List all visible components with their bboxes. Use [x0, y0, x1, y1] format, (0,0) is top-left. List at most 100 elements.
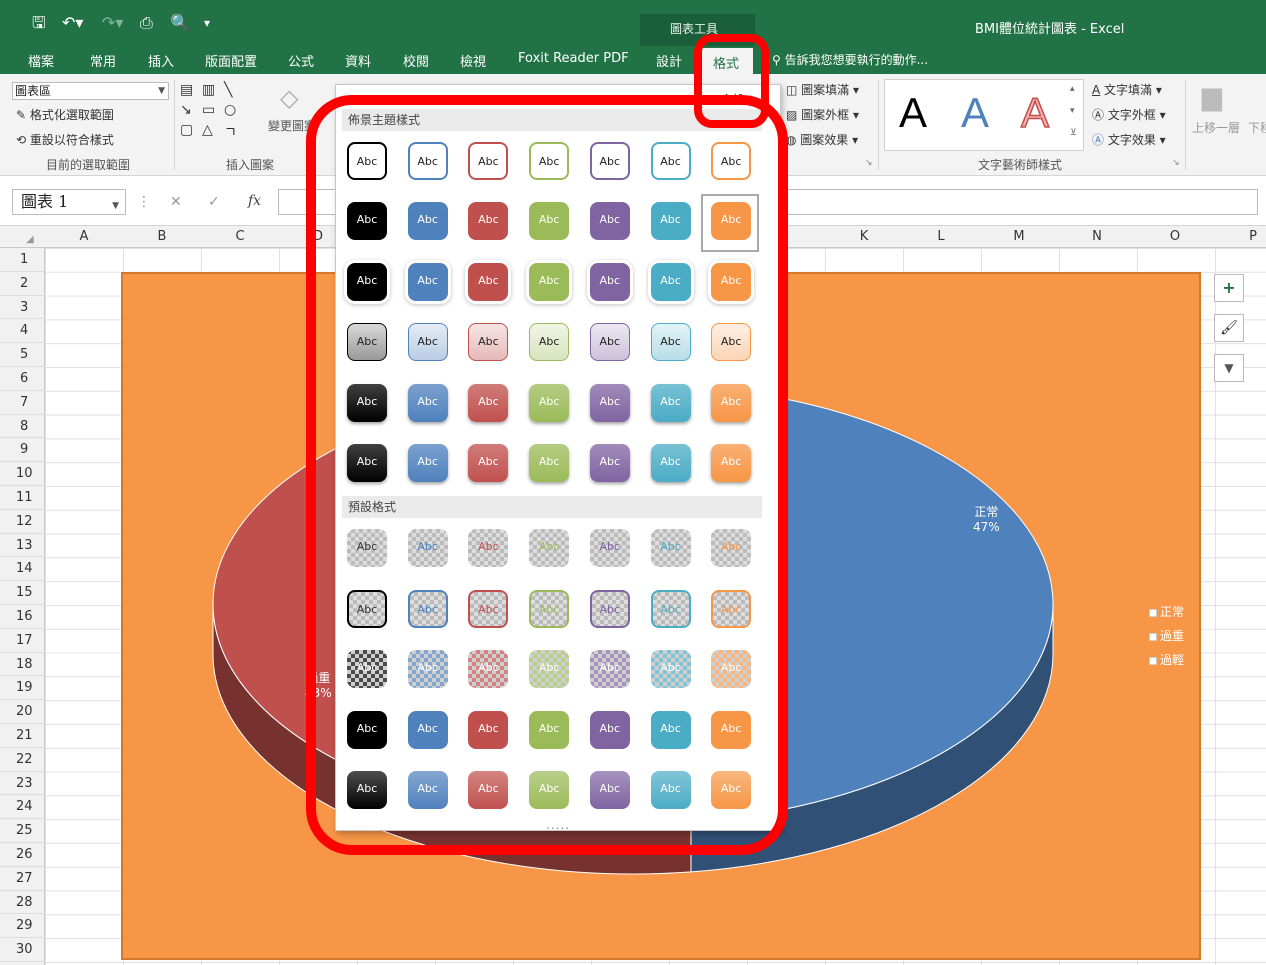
column-header-l[interactable]: L: [931, 229, 951, 244]
reset-style-button[interactable]: ⟲ 重設以符合樣式: [16, 131, 114, 148]
row-header-10[interactable]: 10: [0, 462, 45, 486]
row-header-21[interactable]: 21: [0, 724, 45, 748]
text-fill-button[interactable]: A 文字填滿 ▾: [1092, 81, 1162, 98]
row-header-25[interactable]: 25: [0, 819, 45, 843]
connector-shape-icon[interactable]: ㄱ: [224, 122, 237, 142]
tab-2[interactable]: 插入: [148, 51, 174, 70]
tab-4[interactable]: 公式: [288, 51, 314, 70]
column-header-b[interactable]: B: [152, 229, 172, 244]
row-header-9[interactable]: 9: [0, 438, 45, 463]
legend-item-underweight[interactable]: 過輕: [1149, 653, 1184, 667]
chart-filters-button[interactable]: ▼: [1214, 354, 1244, 382]
textbox-shape-icon[interactable]: ▤: [180, 82, 193, 98]
dialog-launcher-icon[interactable]: ↘: [865, 158, 873, 168]
shapes-gallery[interactable]: ▤ ▥ ╲ ↘ ▭ ○ ▢ △ ㄱ: [180, 82, 260, 142]
row-header-3[interactable]: 3: [0, 296, 45, 320]
row-header-17[interactable]: 17: [0, 629, 45, 653]
row-header-7[interactable]: 7: [0, 391, 45, 415]
rounded-rect-icon[interactable]: ▢: [180, 122, 193, 138]
wordart-style-red[interactable]: A: [1020, 89, 1050, 137]
line-shape-icon[interactable]: ╲: [224, 82, 232, 98]
oval-shape-icon[interactable]: ○: [224, 102, 236, 118]
wordart-style-black[interactable]: A: [899, 90, 927, 136]
column-header-p[interactable]: P: [1243, 229, 1263, 244]
dialog-launcher-icon[interactable]: ↘: [1172, 158, 1180, 168]
tab-9[interactable]: 設計: [656, 51, 682, 70]
row-header-23[interactable]: 23: [0, 772, 45, 796]
tab-3[interactable]: 版面配置: [205, 51, 257, 70]
column-header-m[interactable]: M: [1009, 229, 1029, 244]
row-header-13[interactable]: 13: [0, 534, 45, 558]
tell-me-search[interactable]: ⚲ 告訴我您想要執行的動作...: [772, 51, 928, 68]
row-header-15[interactable]: 15: [0, 581, 45, 605]
tab-0[interactable]: 檔案: [28, 51, 54, 70]
row-header-11[interactable]: 11: [0, 486, 45, 510]
insert-function-icon[interactable]: fx: [248, 193, 261, 209]
chart-styles-button[interactable]: 🖌: [1214, 314, 1244, 342]
row-header-20[interactable]: 20: [0, 700, 45, 724]
row-header-1[interactable]: 1: [0, 248, 45, 272]
tab-8[interactable]: Foxit Reader PDF: [518, 51, 629, 66]
tab-6[interactable]: 校閱: [403, 51, 429, 70]
triangle-shape-icon[interactable]: △: [202, 122, 213, 138]
row-header-22[interactable]: 22: [0, 748, 45, 772]
row-header-16[interactable]: 16: [0, 605, 45, 629]
row-header-14[interactable]: 14: [0, 557, 45, 582]
wordart-gallery[interactable]: A A A: [884, 79, 1084, 151]
row-header-4[interactable]: 4: [0, 319, 45, 344]
column-header-a[interactable]: A: [74, 229, 94, 244]
name-box[interactable]: 圖表 1 ▼: [12, 189, 126, 215]
shape-fill-button[interactable]: ◫ 圖案填滿 ▾: [786, 81, 859, 98]
row-header-19[interactable]: 19: [0, 676, 45, 701]
column-header-n[interactable]: N: [1087, 229, 1107, 244]
legend-item-normal[interactable]: 正常: [1149, 605, 1184, 619]
arrow-shape-icon[interactable]: ↘: [180, 102, 192, 118]
chart-elements-button[interactable]: +: [1214, 274, 1244, 302]
row-header-26[interactable]: 26: [0, 843, 45, 867]
customize-qat-icon[interactable]: ▾: [204, 14, 210, 32]
row-header-28[interactable]: 28: [0, 891, 45, 915]
vertical-textbox-icon[interactable]: ▥: [202, 82, 215, 98]
gallery-scroll-up-icon[interactable]: ▴: [1070, 84, 1075, 94]
chevron-down-icon[interactable]: ▼: [112, 194, 119, 218]
row-header-5[interactable]: 5: [0, 343, 45, 367]
print-preview-icon[interactable]: 🔍: [170, 14, 190, 32]
column-header-c[interactable]: C: [230, 229, 250, 244]
text-outline-button[interactable]: Ⓐ 文字外框 ▾: [1092, 106, 1166, 123]
text-effects-button[interactable]: Ⓐ 文字效果 ▾: [1092, 131, 1166, 148]
column-header-o[interactable]: O: [1165, 229, 1185, 244]
row-header-6[interactable]: 6: [0, 367, 45, 391]
select-all-icon[interactable]: ◢: [26, 234, 34, 245]
shape-effects-button[interactable]: ◍ 圖案效果 ▾: [786, 131, 858, 148]
row-header-8[interactable]: 8: [0, 415, 45, 439]
cancel-icon[interactable]: ✕: [170, 194, 182, 210]
save-icon[interactable]: 🖫: [32, 14, 46, 32]
send-backward-label[interactable]: 下移: [1248, 119, 1266, 136]
gallery-scroll-down-icon[interactable]: ▾: [1070, 106, 1075, 116]
tab-5[interactable]: 資料: [345, 51, 371, 70]
row-header-18[interactable]: 18: [0, 653, 45, 677]
undo-icon[interactable]: ↶▾: [62, 14, 83, 32]
gallery-more-icon[interactable]: ⊻: [1070, 128, 1077, 138]
row-header-24[interactable]: 24: [0, 795, 45, 820]
chart-elements-dropdown[interactable]: 圖表區 ▼: [12, 82, 169, 100]
row-header-2[interactable]: 2: [0, 272, 45, 296]
tab-1[interactable]: 常用: [90, 51, 116, 70]
row-header-29[interactable]: 29: [0, 914, 45, 939]
bring-forward-label[interactable]: 上移一層: [1192, 119, 1240, 136]
row-header-27[interactable]: 27: [0, 867, 45, 891]
redo-icon[interactable]: ↷▾: [102, 14, 123, 32]
wordart-style-blue[interactable]: A: [961, 90, 989, 136]
change-shape-icon[interactable]: ◇: [280, 84, 298, 112]
tab-7[interactable]: 檢視: [460, 51, 486, 70]
row-header-30[interactable]: 30: [0, 938, 45, 962]
format-selection-button[interactable]: ✎ 格式化選取範圍: [16, 106, 114, 123]
row-header-12[interactable]: 12: [0, 510, 45, 534]
save-as-icon[interactable]: ⎙: [140, 14, 153, 32]
enter-icon[interactable]: ✓: [208, 194, 220, 210]
bring-forward-icon[interactable]: ▆: [1202, 82, 1222, 112]
legend-item-overweight[interactable]: 過重: [1149, 629, 1184, 643]
column-header-k[interactable]: K: [854, 229, 874, 244]
shape-outline-button[interactable]: ▨ 圖案外框 ▾: [786, 106, 859, 123]
rectangle-shape-icon[interactable]: ▭: [202, 102, 215, 118]
